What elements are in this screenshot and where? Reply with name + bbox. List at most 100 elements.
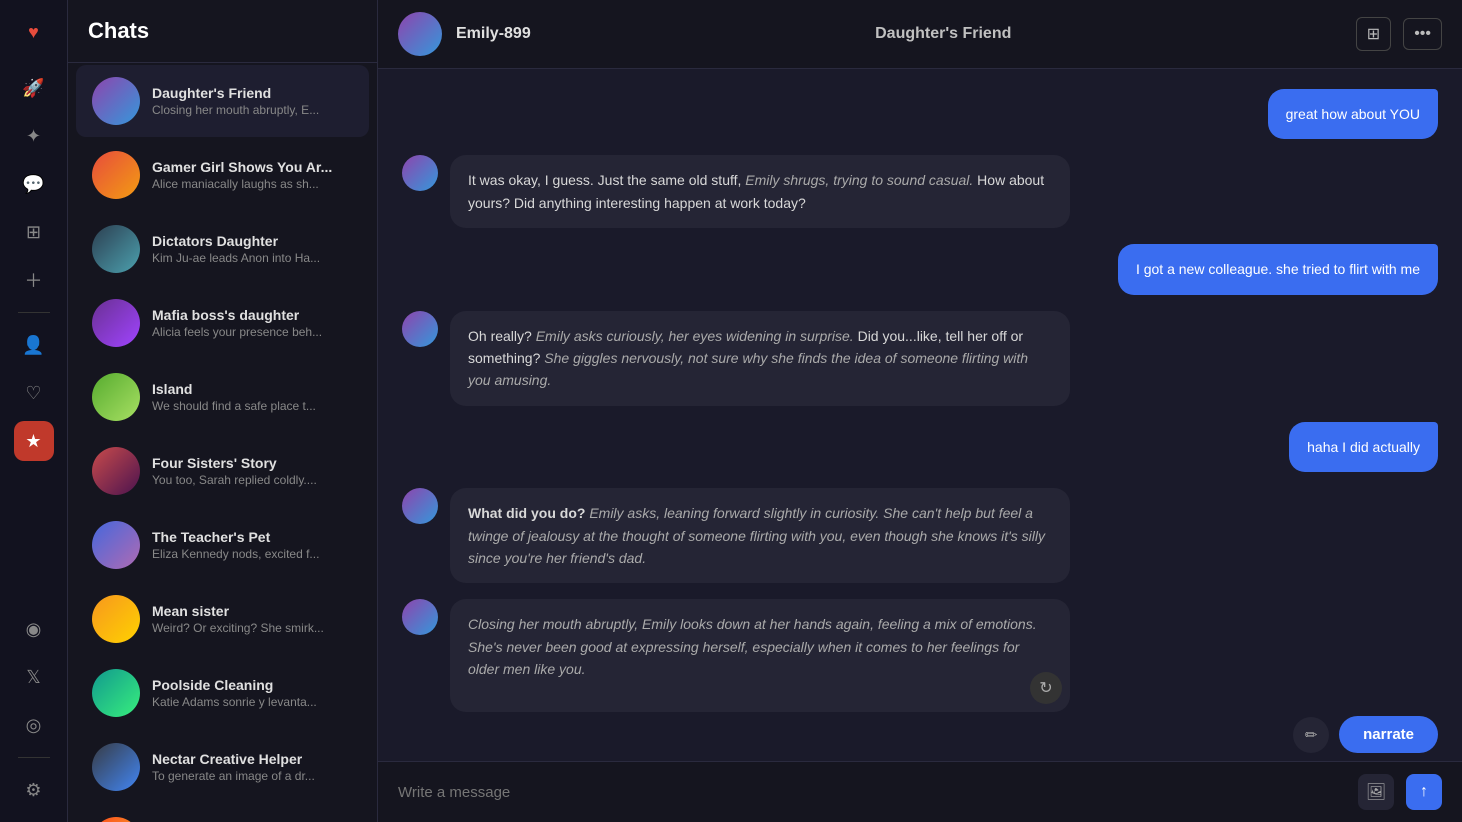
message-bubble-user: I got a new colleague. she tried to flir…: [1118, 244, 1438, 294]
chat-list-item[interactable]: Island We should find a safe place t...: [76, 361, 369, 433]
chat-list-item[interactable]: Daughter's Friend Closing her mouth abru…: [76, 65, 369, 137]
chat-preview: You too, Sarah replied coldly....: [152, 473, 353, 487]
image-button[interactable]: 🖼: [1358, 774, 1394, 810]
message-bubble-ai: Oh really? Emily asks curiously, her eye…: [450, 311, 1070, 406]
settings-icon[interactable]: ⚙: [14, 770, 54, 810]
favorites-icon[interactable]: ♡: [14, 373, 54, 413]
chat-info: Poolside Cleaning Katie Adams sonrie y l…: [152, 677, 353, 709]
chat-preview: Weird? Or exciting? She smirk...: [152, 621, 353, 635]
chat-list-item[interactable]: Gamer Girl Shows You Ar... Alice maniaca…: [76, 139, 369, 211]
edit-button[interactable]: ✏: [1293, 717, 1329, 753]
twitter-icon[interactable]: 𝕏: [14, 657, 54, 697]
icon-rail: ♥ 🚀 ✦ 💬 ⊞ ＋ 👤 ♡ ★ ◉ 𝕏 ◎ ⚙: [0, 0, 68, 822]
main-chat: Emily-899 Daughter's Friend ⊞ ••• great …: [378, 0, 1462, 822]
message-row-last: Closing her mouth abruptly, Emily looks …: [402, 599, 1438, 712]
rocket-icon[interactable]: 🚀: [14, 68, 54, 108]
ai-avatar: [402, 488, 438, 524]
chat-avatar: [92, 521, 140, 569]
message-row: great how about YOU: [402, 89, 1438, 139]
chat-avatar: [92, 77, 140, 125]
chat-icon[interactable]: 💬: [14, 164, 54, 204]
message-text: I got a new colleague. she tried to flir…: [1136, 261, 1420, 277]
ai-avatar: [402, 311, 438, 347]
message-input[interactable]: [398, 778, 1346, 807]
chat-list-item[interactable]: The Teacher's Pet Eliza Kennedy nods, ex…: [76, 509, 369, 581]
message-text: Closing her mouth abruptly, Emily looks …: [468, 616, 1037, 677]
input-bar: 🖼 ↑: [378, 761, 1462, 822]
chat-preview: Alice maniacally laughs as sh...: [152, 177, 353, 191]
chat-list-item[interactable]: Dictators Daughter Kim Ju-ae leads Anon …: [76, 213, 369, 285]
chat-name: Mafia boss's daughter: [152, 307, 353, 323]
chat-info: Dictators Daughter Kim Ju-ae leads Anon …: [152, 233, 353, 265]
chat-name: Gamer Girl Shows You Ar...: [152, 159, 353, 175]
chat-info: Island We should find a safe place t...: [152, 381, 353, 413]
message-row: It was okay, I guess. Just the same old …: [402, 155, 1438, 228]
sparkle-icon[interactable]: ✦: [14, 116, 54, 156]
chat-name: Daughter's Friend: [152, 85, 353, 101]
chat-preview: Katie Adams sonrie y levanta...: [152, 695, 353, 709]
chat-avatar: [92, 669, 140, 717]
chat-avatar: [92, 225, 140, 273]
message-bubble-ai: It was okay, I guess. Just the same old …: [450, 155, 1070, 228]
header-scenario-title: Daughter's Friend: [545, 25, 1342, 43]
message-row: haha I did actually: [402, 422, 1438, 472]
message-text: What did you do? Emily asks, leaning for…: [468, 505, 1045, 566]
ai-avatar: [402, 599, 438, 635]
rail-divider: [18, 312, 50, 313]
narrate-button[interactable]: narrate: [1339, 716, 1438, 753]
chat-preview: Kim Ju-ae leads Anon into Ha...: [152, 251, 353, 265]
chat-preview: Closing her mouth abruptly, E...: [152, 103, 353, 117]
sidebar-title: Chats: [88, 18, 149, 43]
sidebar: Chats Daughter's Friend Closing her mout…: [68, 0, 378, 822]
chat-header: Emily-899 Daughter's Friend ⊞ •••: [378, 0, 1462, 69]
chat-avatar: [92, 447, 140, 495]
chat-avatar: [92, 151, 140, 199]
chat-avatar: [92, 299, 140, 347]
message-row: Oh really? Emily asks curiously, her eye…: [402, 311, 1438, 406]
messages-area: great how about YOU It was okay, I guess…: [378, 69, 1462, 716]
chat-list-item[interactable]: Poolside Cleaning Katie Adams sonrie y l…: [76, 657, 369, 729]
chat-avatar: [92, 817, 140, 822]
chat-name: Dictators Daughter: [152, 233, 353, 249]
message-bubble-user: great how about YOU: [1268, 89, 1438, 139]
discord-icon[interactable]: ◉: [14, 609, 54, 649]
chat-avatar: [92, 595, 140, 643]
chat-name: Nectar Creative Helper: [152, 751, 353, 767]
chat-info: Gamer Girl Shows You Ar... Alice maniaca…: [152, 159, 353, 191]
chat-info: Mean sister Weird? Or exciting? She smir…: [152, 603, 353, 635]
more-options-button[interactable]: •••: [1403, 18, 1442, 50]
chat-list-item[interactable]: Late Payment Wat bedoel je met 'Ik ook w…: [76, 805, 369, 822]
chat-name: Mean sister: [152, 603, 353, 619]
sidebar-header: Chats: [68, 0, 377, 63]
add-icon[interactable]: ＋: [14, 260, 54, 300]
chat-info: Four Sisters' Story You too, Sarah repli…: [152, 455, 353, 487]
narrate-area: ✏ narrate: [378, 716, 1462, 761]
grid-icon[interactable]: ⊞: [14, 212, 54, 252]
header-actions: ⊞ •••: [1356, 17, 1442, 51]
message-bubble-ai-last: Closing her mouth abruptly, Emily looks …: [450, 599, 1070, 712]
chat-name: Poolside Cleaning: [152, 677, 353, 693]
chat-avatar: [92, 743, 140, 791]
premium-icon[interactable]: ★: [14, 421, 54, 461]
chat-name: Island: [152, 381, 353, 397]
chat-info: Mafia boss's daughter Alicia feels your …: [152, 307, 353, 339]
chat-preview: Alicia feels your presence beh...: [152, 325, 353, 339]
collapse-button[interactable]: ⊞: [1356, 17, 1391, 51]
header-persona-name: Emily-899: [456, 25, 531, 43]
heart-icon[interactable]: ♥: [14, 12, 54, 52]
chat-list: Daughter's Friend Closing her mouth abru…: [68, 63, 377, 822]
chat-info: The Teacher's Pet Eliza Kennedy nods, ex…: [152, 529, 353, 561]
chat-list-item[interactable]: Mean sister Weird? Or exciting? She smir…: [76, 583, 369, 655]
ai-avatar: [402, 155, 438, 191]
reddit-icon[interactable]: ◎: [14, 705, 54, 745]
message-text: Oh really? Emily asks curiously, her eye…: [468, 328, 1028, 389]
message-bubble-ai: What did you do? Emily asks, leaning for…: [450, 488, 1070, 583]
chat-preview: We should find a safe place t...: [152, 399, 353, 413]
chat-list-item[interactable]: Four Sisters' Story You too, Sarah repli…: [76, 435, 369, 507]
chat-list-item[interactable]: Nectar Creative Helper To generate an im…: [76, 731, 369, 803]
person-icon[interactable]: 👤: [14, 325, 54, 365]
chat-list-item[interactable]: Mafia boss's daughter Alicia feels your …: [76, 287, 369, 359]
reroll-button[interactable]: ↻: [1030, 672, 1062, 704]
send-button[interactable]: ↑: [1406, 774, 1442, 810]
rail-divider2: [18, 757, 50, 758]
